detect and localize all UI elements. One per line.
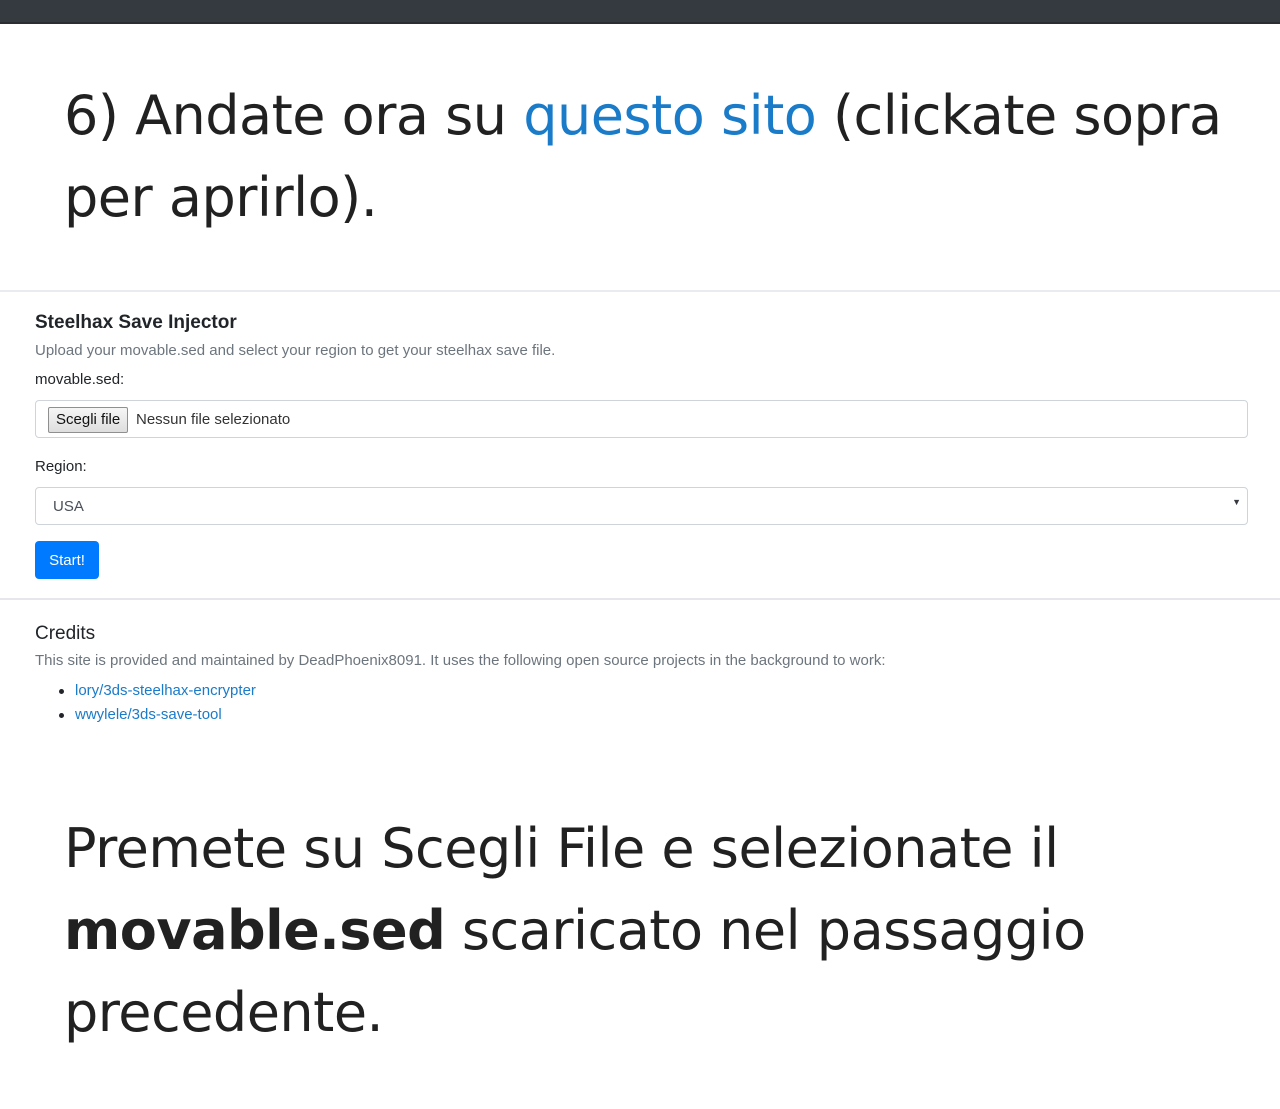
region-select[interactable]: USA ▼ [35,487,1248,525]
list-item: lory/3ds-steelhax-encrypter [35,679,256,703]
step-prefix: 6) Andate ora su [64,84,524,147]
injector-title: Steelhax Save Injector [35,312,237,333]
credits-list: lory/3ds-steelhax-encrypter wwylele/3ds-… [35,679,256,727]
start-button[interactable]: Start! [35,541,99,579]
region-label: Region: [35,458,87,475]
instruction-part1: Premete su Scegli File e selezionate il [64,817,1059,880]
list-item: wwylele/3ds-save-tool [35,703,256,727]
credits-description: This site is provided and maintained by … [35,652,886,669]
instruction-filename: movable.sed [64,899,446,962]
instruction-text: Premete su Scegli File e selezionate il … [64,808,1224,1054]
step-heading: 6) Andate ora su questo sito (clickate s… [64,75,1224,239]
caret-down-icon: ▼ [1232,497,1241,507]
embedded-website-screenshot: Steelhax Save Injector Upload your movab… [0,290,1280,736]
divider [0,598,1280,600]
top-bar [0,0,1280,24]
choose-file-button[interactable]: Scegli file [48,407,129,433]
divider [0,290,1280,292]
file-input[interactable]: Scegli file Nessun file selezionato [35,400,1248,438]
site-link[interactable]: questo sito [523,84,817,147]
credit-link-steelhax-encrypter[interactable]: lory/3ds-steelhax-encrypter [75,682,256,699]
credit-link-save-tool[interactable]: wwylele/3ds-save-tool [75,706,222,723]
region-selected-value: USA [53,498,84,515]
injector-description: Upload your movable.sed and select your … [35,342,556,359]
credits-title: Credits [35,623,96,644]
file-status-text: Nessun file selezionato [136,411,291,428]
movable-sed-label: movable.sed: [35,371,125,388]
